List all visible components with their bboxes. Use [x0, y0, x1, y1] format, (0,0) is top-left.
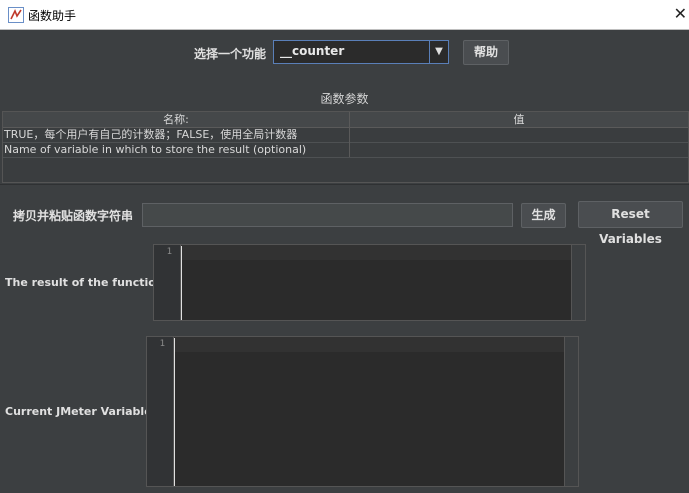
variables-text-area[interactable]: 1: [146, 336, 579, 487]
column-header-name[interactable]: 名称:: [3, 112, 349, 127]
variables-label: Current JMeter Variables: [5, 405, 159, 418]
close-icon[interactable]: ✕: [674, 5, 687, 23]
text-caret: [174, 338, 175, 486]
current-line-highlight: [174, 337, 564, 352]
column-header-value[interactable]: 值: [350, 112, 688, 127]
vertical-scrollbar[interactable]: [564, 337, 578, 486]
generate-button[interactable]: 生成: [521, 203, 566, 228]
function-select-value: __counter: [280, 44, 345, 58]
line-number-gutter: 1: [147, 337, 174, 486]
chevron-down-icon[interactable]: ▼: [429, 41, 448, 63]
jmeter-app-icon: [8, 7, 24, 23]
line-number: 1: [166, 247, 172, 257]
table-row[interactable]: TRUE，每个用户有自己的计数器；FALSE，使用全局计数器: [3, 127, 688, 143]
text-caret: [181, 246, 182, 320]
divider: [0, 184, 689, 185]
column-divider: [349, 112, 350, 157]
reset-variables-button[interactable]: Reset Variables: [578, 201, 683, 246]
function-string-input[interactable]: [142, 203, 513, 227]
function-select[interactable]: __counter ▼: [273, 40, 449, 64]
param-name: Name of variable in which to store the r…: [4, 143, 307, 156]
result-label: The result of the function is: [5, 276, 178, 289]
current-line-highlight: [181, 245, 571, 260]
params-table: 名称: 值 TRUE，每个用户有自己的计数器；FALSE，使用全局计数器 Nam…: [2, 111, 689, 183]
window-title: 函数助手: [28, 9, 77, 23]
function-select-label: 选择一个功能: [194, 47, 267, 61]
copy-function-label: 拷贝并粘贴函数字符串: [13, 209, 134, 223]
line-number-gutter: 1: [154, 245, 181, 320]
vertical-scrollbar[interactable]: [571, 245, 585, 320]
params-table-header: 名称: 值: [3, 112, 688, 128]
title-bar: 函数助手 ✕: [0, 0, 689, 30]
table-row[interactable]: Name of variable in which to store the r…: [3, 142, 688, 158]
help-button[interactable]: 帮助: [463, 40, 509, 65]
result-text-area[interactable]: 1: [153, 244, 586, 321]
params-section-title: 函数参数: [320, 92, 369, 106]
line-number: 1: [159, 339, 165, 349]
param-name: TRUE，每个用户有自己的计数器；FALSE，使用全局计数器: [4, 128, 298, 141]
